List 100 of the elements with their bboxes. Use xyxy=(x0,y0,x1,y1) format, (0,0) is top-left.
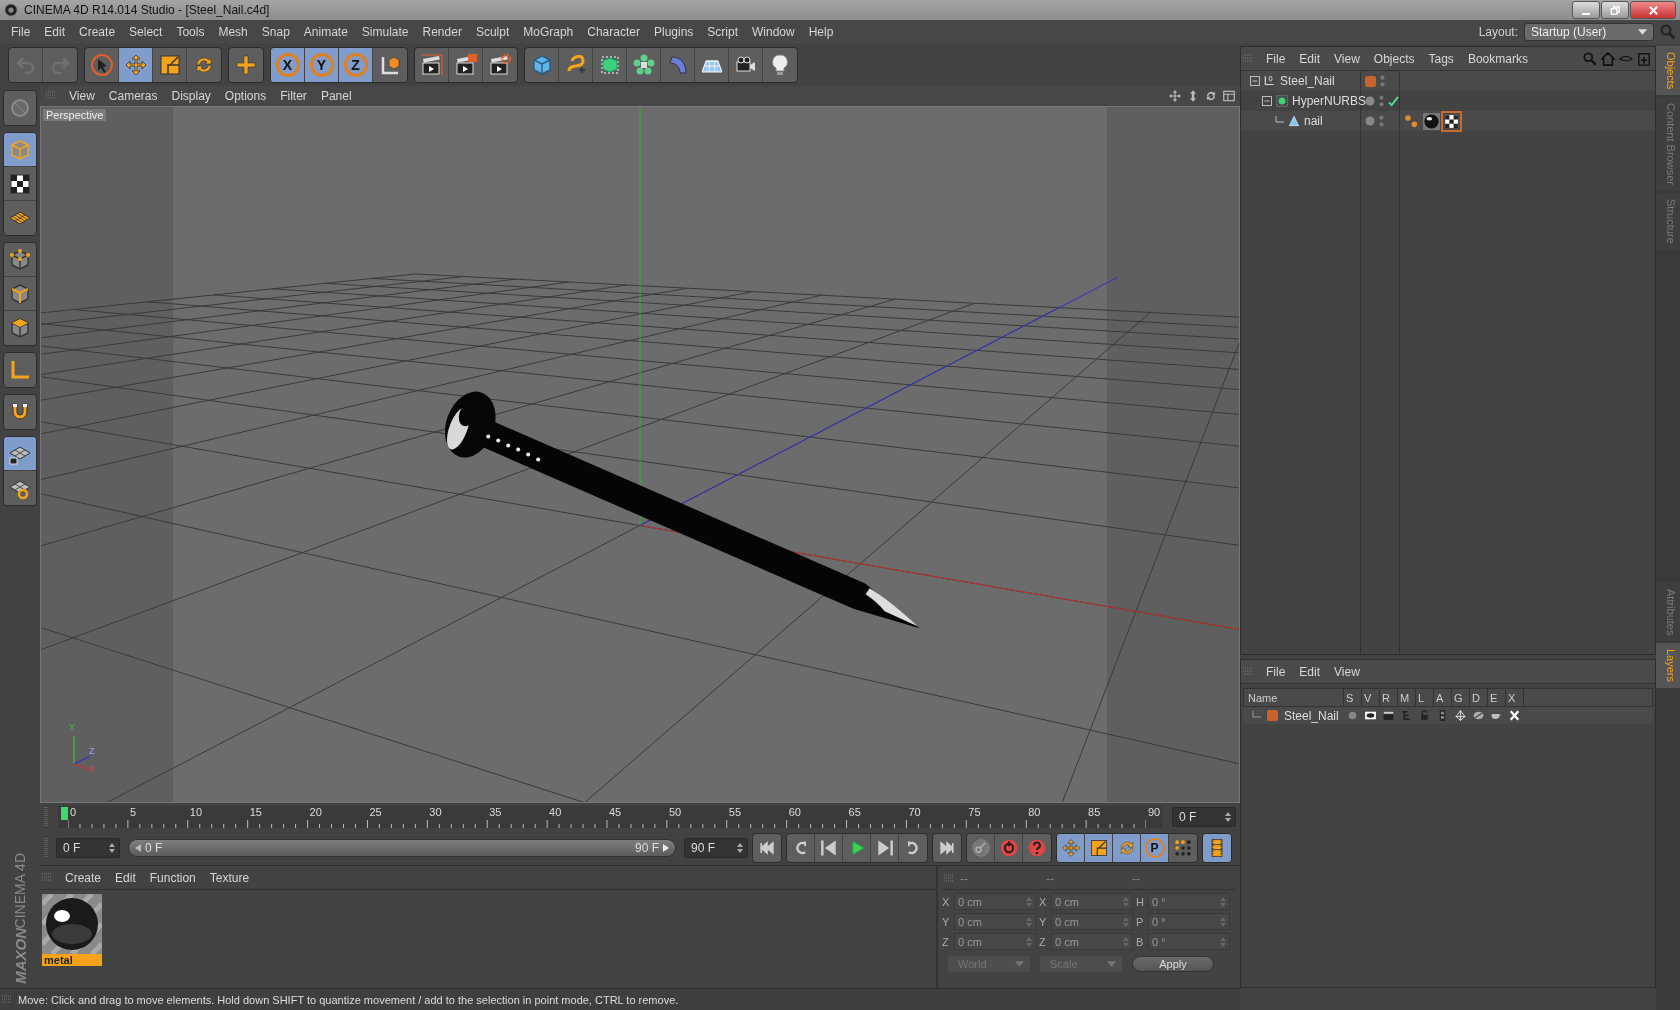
menu-item[interactable]: Cameras xyxy=(101,89,165,103)
layout-dropdown[interactable]: Startup (User) xyxy=(1524,23,1654,41)
column-header[interactable]: A xyxy=(1434,689,1452,706)
coordinate-field[interactable]: 0 ° xyxy=(1148,913,1230,930)
menu-item[interactable]: Snap xyxy=(254,25,297,39)
axis-lock-button[interactable]: X xyxy=(271,48,305,82)
object-name[interactable]: Steel_Nail xyxy=(1280,74,1335,88)
menu-item[interactable]: Edit xyxy=(108,870,143,885)
clapperboard-icon[interactable] xyxy=(1381,709,1395,722)
menu-item[interactable]: Objects xyxy=(1366,51,1422,66)
axis-lock-button[interactable]: Z xyxy=(339,48,373,82)
menu-item[interactable]: Tags xyxy=(1421,51,1461,66)
menu-item[interactable]: Create xyxy=(58,870,109,885)
column-header[interactable]: S xyxy=(1344,689,1362,706)
column-header[interactable]: D xyxy=(1470,689,1488,706)
layer-color-swatch[interactable] xyxy=(1365,75,1376,87)
visibility-dots-icon[interactable] xyxy=(1379,115,1384,127)
menu-item[interactable]: Filter xyxy=(273,89,314,103)
maximize-button[interactable] xyxy=(1601,1,1629,19)
tool-button[interactable] xyxy=(4,437,36,471)
column-header[interactable]: Name xyxy=(1244,689,1344,706)
coordinate-field[interactable]: 0 cm xyxy=(1051,913,1133,930)
menu-item[interactable]: View xyxy=(1327,51,1367,66)
menu-item[interactable]: Edit xyxy=(37,25,73,39)
move-arrows-icon[interactable] xyxy=(1168,89,1182,103)
menu-item[interactable]: Sculpt xyxy=(468,25,517,39)
menu-item[interactable]: Character xyxy=(580,25,647,39)
coordinate-field[interactable]: 0 ° xyxy=(1148,893,1230,910)
column-header[interactable]: M xyxy=(1398,689,1416,706)
menu-item[interactable]: Script xyxy=(700,25,745,39)
column-header[interactable]: R xyxy=(1380,689,1398,706)
object-name[interactable]: nail xyxy=(1304,114,1323,128)
axis-lock-button[interactable]: Y xyxy=(305,48,339,82)
sphere-icon[interactable] xyxy=(1423,112,1440,130)
material-name[interactable]: metal xyxy=(42,954,102,966)
coordinate-field[interactable]: 0 ° xyxy=(1148,933,1230,950)
menu-item[interactable]: Edit xyxy=(1292,664,1328,679)
menu-item[interactable]: Bookmarks xyxy=(1460,51,1535,66)
layer-dot-icon[interactable] xyxy=(1365,96,1375,106)
menu-item[interactable]: Tools xyxy=(169,25,212,39)
minimize-button[interactable] xyxy=(1572,1,1600,19)
coordinate-field[interactable]: 0 cm xyxy=(1051,933,1133,950)
collapse-icon[interactable] xyxy=(1262,96,1272,106)
timeline-ruler[interactable]: 0 5 10 15 20 25 30 35 40 45 50 55 60 65 70 75 80 85 90 xyxy=(58,806,1162,828)
menu-item[interactable]: File xyxy=(1259,664,1293,679)
menu-item[interactable]: MoGraph xyxy=(516,25,581,39)
checker-icon[interactable] xyxy=(1443,112,1460,130)
xray-icon[interactable] xyxy=(1507,709,1521,722)
apply-button[interactable]: Apply xyxy=(1132,956,1214,972)
side-tab[interactable]: Objects xyxy=(1656,46,1680,96)
close-button[interactable] xyxy=(1630,1,1676,19)
menu-item[interactable]: Animate xyxy=(296,25,355,39)
menu-item[interactable]: Texture xyxy=(202,870,257,885)
visibility-dots-icon[interactable] xyxy=(1380,75,1385,87)
generator-icon[interactable] xyxy=(1453,709,1467,722)
layer-name[interactable]: Steel_Nail xyxy=(1284,708,1339,723)
column-header[interactable]: L xyxy=(1416,689,1434,706)
parameter-key-button[interactable]: P xyxy=(1141,834,1169,862)
coordinate-field[interactable]: 0 cm xyxy=(954,913,1036,930)
menu-item[interactable]: Edit xyxy=(1292,51,1328,66)
column-header[interactable]: X xyxy=(1506,689,1524,706)
menu-item[interactable]: Select xyxy=(122,25,170,39)
coordinate-field[interactable]: 0 cm xyxy=(954,933,1036,950)
start-frame-field[interactable]: 0 F xyxy=(56,838,120,858)
menu-item[interactable]: Create xyxy=(72,25,123,39)
side-tab[interactable]: Layers xyxy=(1656,642,1680,688)
current-frame-field[interactable]: 0 F xyxy=(1172,807,1236,827)
menu-item[interactable]: Plugins xyxy=(646,25,701,39)
menu-item[interactable]: Mesh xyxy=(211,25,255,39)
smoothing-dots-icon[interactable] xyxy=(1403,112,1420,130)
menu-item[interactable]: Window xyxy=(745,25,802,39)
viewport[interactable]: Perspective Y Z X xyxy=(40,106,1240,803)
layer-color-swatch[interactable] xyxy=(1267,710,1278,721)
menu-item[interactable]: Help xyxy=(801,25,841,39)
column-header[interactable]: G xyxy=(1452,689,1470,706)
menu-item[interactable]: Simulate xyxy=(354,25,416,39)
eye-icon[interactable] xyxy=(1363,709,1377,722)
rotate-arrows-icon[interactable] xyxy=(1204,89,1218,103)
menu-item[interactable]: Options xyxy=(217,89,274,103)
menu-item[interactable]: Display xyxy=(164,89,218,103)
end-frame-field[interactable]: 90 F xyxy=(684,838,748,858)
menu-item[interactable]: Function xyxy=(142,870,203,885)
menu-item[interactable]: View xyxy=(1327,664,1367,679)
menu-item[interactable]: Panel xyxy=(313,89,359,103)
menu-item[interactable]: View xyxy=(62,89,102,103)
collapse-icon[interactable] xyxy=(1250,76,1260,86)
visibility-dots-icon[interactable] xyxy=(1379,95,1384,107)
coordinate-field[interactable]: 0 cm xyxy=(954,893,1036,910)
window-layout-icon[interactable] xyxy=(1222,89,1236,103)
menu-item[interactable]: Render xyxy=(415,25,469,39)
layer-dot-icon[interactable] xyxy=(1365,116,1375,126)
coordinate-field[interactable]: 0 cm xyxy=(1051,893,1133,910)
object-name[interactable]: HyperNURBS xyxy=(1292,94,1366,108)
column-header[interactable]: E xyxy=(1488,689,1506,706)
column-header[interactable]: V xyxy=(1362,689,1380,706)
menu-item[interactable]: File xyxy=(4,25,38,39)
range-slider[interactable]: 0 F 90 F xyxy=(128,839,676,857)
menu-item[interactable]: File xyxy=(1259,51,1293,66)
material-sphere-icon[interactable] xyxy=(42,894,102,954)
checkmark-icon[interactable] xyxy=(1388,95,1399,107)
